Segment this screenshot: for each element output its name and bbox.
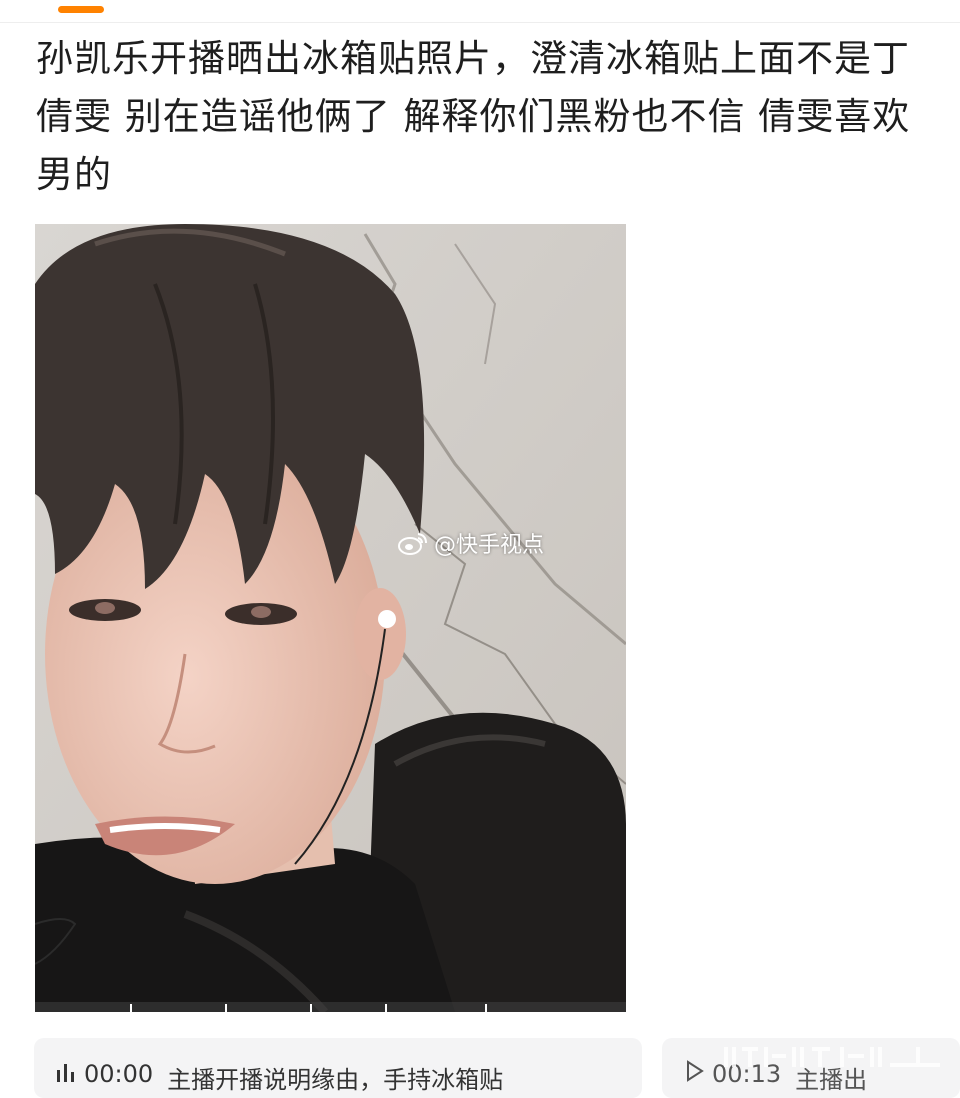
video-chapter-chip[interactable]: 00:00 主播开播说明缘由，手持冰箱贴 <box>34 1038 642 1098</box>
audio-wave-icon <box>57 1064 74 1082</box>
source-logo-watermark <box>724 1047 940 1067</box>
weibo-logo-icon <box>398 533 427 555</box>
post-text: 孙凯乐开播晒出冰箱贴照片，澄清冰箱贴上面不是丁倩雯 别在造谣他俩了 解释你们黑粉… <box>36 37 911 196</box>
video-frame-illustration <box>35 224 626 1012</box>
chapter-title: 主播开播说明缘由，手持冰箱贴 <box>167 1066 504 1094</box>
top-navigation-bar <box>0 0 960 23</box>
source-watermark: @快手视点 <box>398 528 544 558</box>
play-icon <box>687 1060 704 1082</box>
watermark-text: @快手视点 <box>434 533 545 558</box>
chapter-time: 00:00 <box>84 1060 154 1088</box>
post-video-thumbnail[interactable]: @快手视点 <box>35 224 626 1012</box>
active-tab-indicator <box>58 6 104 13</box>
